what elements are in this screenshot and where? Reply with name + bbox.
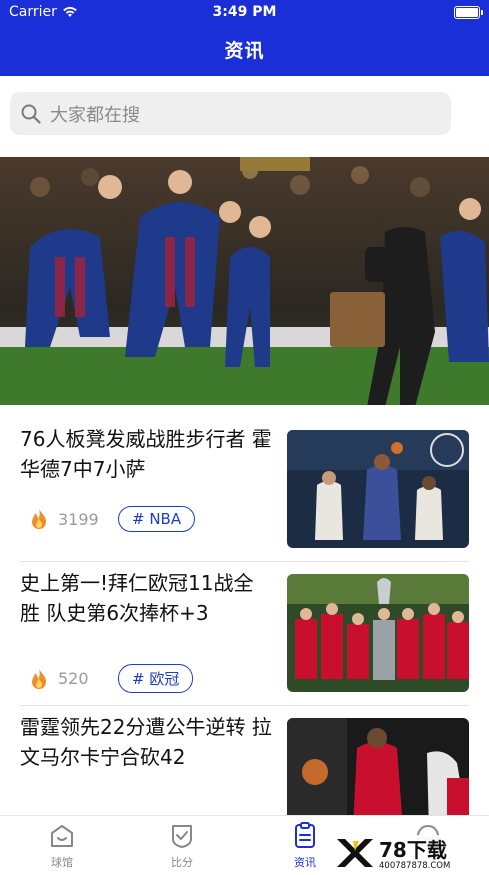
topic-tag[interactable]: # 欧冠 [118,664,194,693]
fire-icon [32,667,46,689]
watermark-logo: 78下载 400787878.COM [333,835,483,871]
search-icon [21,104,41,124]
search-placeholder: 大家都在搜 [50,104,140,126]
news-meta: 3199 # NBA [26,506,196,532]
news-item[interactable]: 史上第一!拜仁欧冠11战全胜 队史第6次捧杯+3 520 # 欧冠 [0,562,489,706]
search-bar[interactable]: 大家都在搜 [10,92,451,135]
status-bar: Carrier 3:49 PM [0,0,489,26]
home-icon [51,825,73,847]
tab-label: 资讯 [294,856,316,869]
document-icon [295,822,315,848]
news-meta: 520 # 欧冠 [26,664,194,693]
fire-icon [32,508,46,529]
app-header: Carrier 3:49 PM 资讯 [0,0,489,76]
topic-tag[interactable]: # NBA [118,506,196,532]
news-thumbnail [287,430,469,548]
page-title: 资讯 [224,40,265,62]
shield-check-icon [172,825,192,848]
banner-image[interactable] [0,157,489,405]
view-count: 520 [58,669,89,688]
tab-label: 球馆 [51,856,73,869]
news-item[interactable]: 76人板凳发威战胜步行者 霍华德7中7小萨 3199 # NBA [0,418,489,562]
news-title[interactable]: 76人板凳发威战胜步行者 霍华德7中7小萨 [20,424,272,484]
svg-text:78下载: 78下载 [379,838,447,862]
battery-icon [454,6,483,19]
news-thumbnail [287,574,469,692]
svg-text:400787878.COM: 400787878.COM [379,861,450,871]
view-count: 3199 [58,509,99,529]
tab-venue[interactable]: 球馆 [22,822,102,870]
tab-label: 比分 [171,856,193,869]
tab-score[interactable]: 比分 [142,822,222,870]
news-title[interactable]: 史上第一!拜仁欧冠11战全胜 队史第6次捧杯+3 [20,568,272,628]
status-time: 3:49 PM [212,4,277,20]
tab-bar: 球馆 比分 资讯 78下载 400787878.COM [0,815,489,875]
news-title[interactable]: 雷霆领先22分遭公牛逆转 拉文马尔卡宁合砍42 [20,712,272,772]
